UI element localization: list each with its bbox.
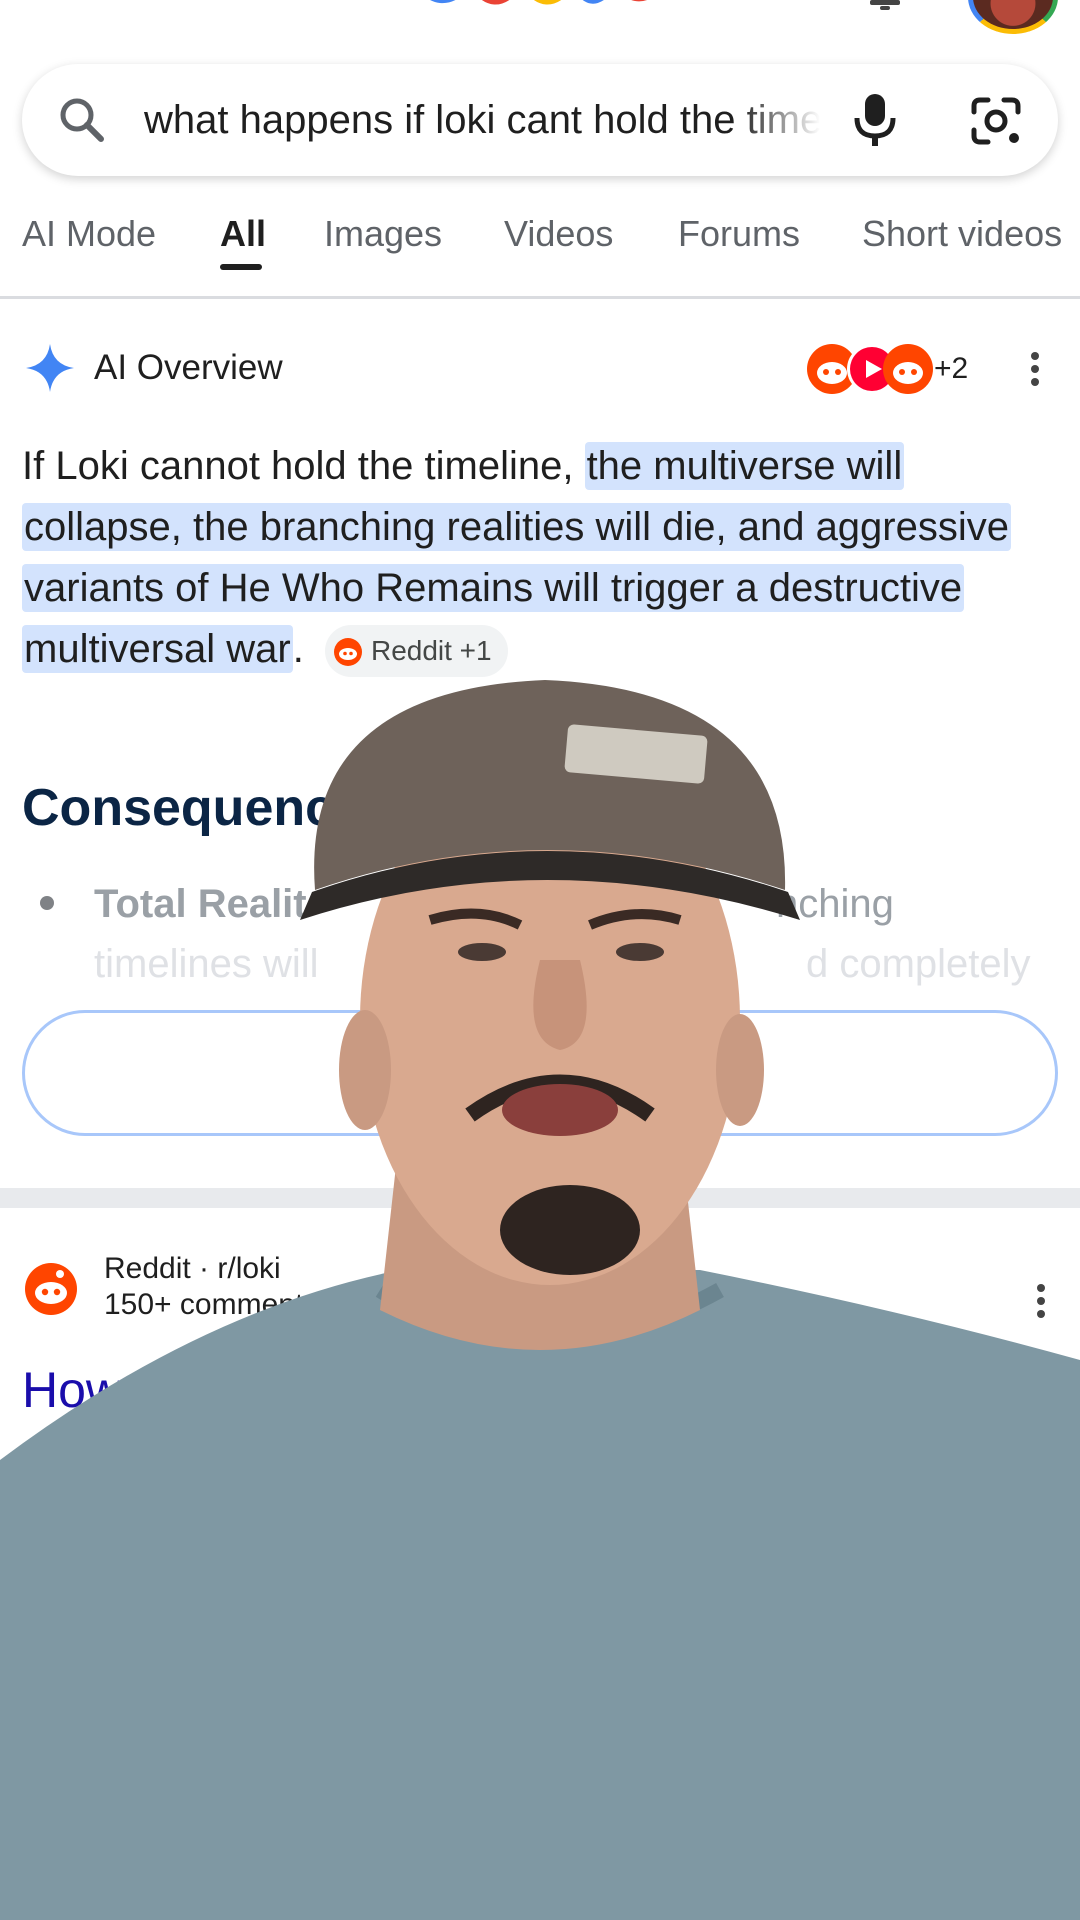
- sources-more-count[interactable]: +2: [934, 350, 968, 388]
- top-bar: [0, 0, 1080, 40]
- reddit-icon: [333, 638, 362, 667]
- google-lens-icon[interactable]: [970, 96, 1022, 146]
- ai-overview-title: AI Overview: [94, 348, 283, 387]
- google-logo[interactable]: [420, 0, 660, 10]
- tab-forums[interactable]: Forums: [678, 208, 800, 268]
- gemini-sparkle-icon: [26, 344, 74, 392]
- tab-all[interactable]: All: [220, 208, 266, 268]
- tabs-divider: [0, 296, 1080, 299]
- citation-label: Reddit +1: [370, 635, 492, 667]
- tab-images[interactable]: Images: [324, 208, 442, 268]
- reddit-icon: [883, 344, 933, 394]
- ai-overview-period: .: [292, 627, 304, 671]
- account-avatar[interactable]: [968, 0, 1058, 34]
- ai-overview-text: If Loki cannot hold the timeline, the mu…: [22, 436, 1062, 680]
- notification-bell-icon[interactable]: [866, 0, 904, 10]
- ai-overview-intro: If Loki cannot hold the timeline,: [22, 444, 585, 488]
- active-tab-indicator: [220, 264, 262, 270]
- tab-ai-mode[interactable]: AI Mode: [22, 208, 156, 268]
- tab-short-videos[interactable]: Short videos: [862, 208, 1062, 268]
- search-tabs: AI Mode All Images Videos Forums Short v…: [0, 208, 1080, 298]
- search-icon[interactable]: [56, 94, 108, 146]
- search-input[interactable]: what happens if loki cant hold the timel…: [144, 94, 820, 146]
- microphone-icon[interactable]: [852, 92, 898, 148]
- presenter-overlay: [0, 680, 1080, 1920]
- more-options-icon[interactable]: [1030, 352, 1040, 386]
- tab-videos[interactable]: Videos: [504, 208, 613, 268]
